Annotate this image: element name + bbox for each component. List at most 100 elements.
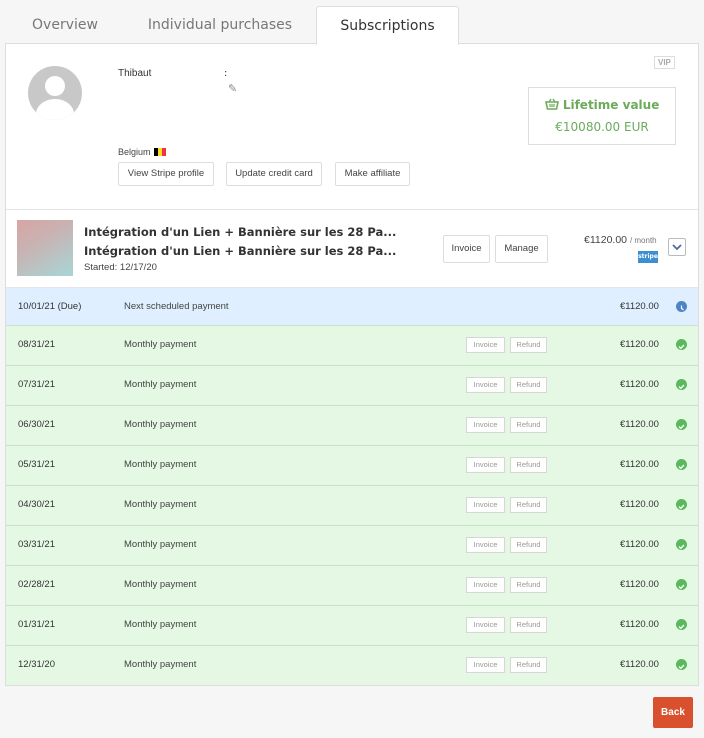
subscription-title: Intégration d'un Lien + Bannière sur les… bbox=[84, 225, 397, 239]
avatar bbox=[28, 66, 82, 120]
update-credit-card-button[interactable]: Update credit card bbox=[226, 162, 322, 186]
payment-refund-button[interactable]: Refund bbox=[510, 417, 547, 433]
payment-row: 02/28/21 Monthly payment Invoice Refund … bbox=[6, 565, 698, 605]
payment-refund-button[interactable]: Refund bbox=[510, 617, 547, 633]
payment-date: 02/28/21 bbox=[18, 579, 55, 590]
payment-description: Monthly payment bbox=[124, 339, 197, 350]
basket-icon bbox=[544, 98, 559, 110]
payment-date: 12/31/20 bbox=[18, 659, 55, 670]
payment-row: 04/30/21 Monthly payment Invoice Refund … bbox=[6, 485, 698, 525]
payment-row: 08/31/21 Monthly payment Invoice Refund … bbox=[6, 325, 698, 365]
check-circle-icon bbox=[676, 339, 687, 350]
payment-refund-button[interactable]: Refund bbox=[510, 457, 547, 473]
tab-individual-purchases[interactable]: Individual purchases bbox=[130, 6, 310, 44]
payment-refund-button[interactable]: Refund bbox=[510, 537, 547, 553]
payment-amount: €1120.00 bbox=[620, 459, 659, 470]
payment-row: 07/31/21 Monthly payment Invoice Refund … bbox=[6, 365, 698, 405]
payment-date: 01/31/21 bbox=[18, 619, 55, 630]
tab-overview[interactable]: Overview bbox=[0, 6, 130, 44]
payment-refund-button[interactable]: Refund bbox=[510, 657, 547, 673]
payment-date: 08/31/21 bbox=[18, 339, 55, 350]
payment-row: 12/31/20 Monthly payment Invoice Refund … bbox=[6, 645, 698, 685]
subscription-price: €1120.00 / month bbox=[584, 234, 657, 246]
payment-row: 03/31/21 Monthly payment Invoice Refund … bbox=[6, 525, 698, 565]
payment-description: Monthly payment bbox=[124, 539, 197, 550]
subscription-price-period: / month bbox=[629, 236, 657, 245]
product-thumbnail bbox=[17, 220, 73, 276]
payment-refund-button[interactable]: Refund bbox=[510, 497, 547, 513]
payment-invoice-button[interactable]: Invoice bbox=[466, 417, 505, 433]
payment-invoice-button[interactable]: Invoice bbox=[466, 617, 505, 633]
check-circle-icon bbox=[676, 579, 687, 590]
view-stripe-profile-button[interactable]: View Stripe profile bbox=[118, 162, 214, 186]
payment-date: 05/31/21 bbox=[18, 459, 55, 470]
payment-date: 10/01/21 (Due) bbox=[18, 301, 82, 312]
payment-date: 07/31/21 bbox=[18, 379, 55, 390]
check-circle-icon bbox=[676, 459, 687, 470]
payment-description: Next scheduled payment bbox=[124, 301, 229, 312]
lifetime-value-amount: €10080.00 EUR bbox=[555, 120, 649, 134]
subscriptions-panel: Thibaut : ✎ VIP Lifetime value €10080.00… bbox=[5, 43, 699, 686]
tab-bar: Overview Individual purchases Subscripti… bbox=[0, 0, 704, 45]
payment-description: Monthly payment bbox=[124, 659, 197, 670]
payment-invoice-button[interactable]: Invoice bbox=[466, 457, 505, 473]
payment-row: 01/31/21 Monthly payment Invoice Refund … bbox=[6, 605, 698, 645]
belgium-flag-icon bbox=[153, 148, 166, 156]
payment-amount: €1120.00 bbox=[620, 539, 659, 550]
check-circle-icon bbox=[676, 499, 687, 510]
expand-toggle[interactable] bbox=[668, 238, 686, 256]
payment-amount: €1120.00 bbox=[620, 301, 659, 312]
payment-amount: €1120.00 bbox=[620, 339, 659, 350]
lifetime-value-label: Lifetime value bbox=[562, 98, 660, 112]
avatar-body bbox=[36, 99, 74, 120]
make-affiliate-button[interactable]: Make affiliate bbox=[335, 162, 410, 186]
check-circle-icon bbox=[676, 539, 687, 550]
payment-invoice-button[interactable]: Invoice bbox=[466, 577, 505, 593]
payment-date: 04/30/21 bbox=[18, 499, 55, 510]
payment-refund-button[interactable]: Refund bbox=[510, 577, 547, 593]
payment-amount: €1120.00 bbox=[620, 379, 659, 390]
payment-description: Monthly payment bbox=[124, 499, 197, 510]
payment-description: Monthly payment bbox=[124, 379, 197, 390]
check-circle-icon bbox=[676, 419, 687, 430]
payment-refund-button[interactable]: Refund bbox=[510, 337, 547, 353]
vip-badge: VIP bbox=[654, 56, 675, 69]
customer-name: Thibaut bbox=[118, 68, 152, 79]
payment-invoice-button[interactable]: Invoice bbox=[466, 377, 505, 393]
check-circle-icon bbox=[676, 379, 687, 390]
payment-invoice-button[interactable]: Invoice bbox=[466, 337, 505, 353]
payment-description: Monthly payment bbox=[124, 579, 197, 590]
back-button[interactable]: Back bbox=[653, 697, 693, 728]
check-circle-icon bbox=[676, 619, 687, 630]
payment-amount: €1120.00 bbox=[620, 419, 659, 430]
clock-icon bbox=[676, 301, 687, 312]
avatar-head bbox=[45, 76, 65, 96]
payment-refund-button[interactable]: Refund bbox=[510, 377, 547, 393]
chevron-down-icon bbox=[672, 244, 682, 251]
tab-subscriptions[interactable]: Subscriptions bbox=[316, 6, 459, 45]
payment-invoice-button[interactable]: Invoice bbox=[466, 657, 505, 673]
lifetime-value-title: Lifetime value bbox=[529, 98, 675, 112]
customer-colon: : bbox=[224, 68, 228, 79]
payment-description: Monthly payment bbox=[124, 619, 197, 630]
customer-country: Belgium bbox=[118, 147, 166, 157]
payment-amount: €1120.00 bbox=[620, 579, 659, 590]
subscription-manage-button[interactable]: Manage bbox=[495, 235, 548, 263]
payment-row: 06/30/21 Monthly payment Invoice Refund … bbox=[6, 405, 698, 445]
payment-description: Monthly payment bbox=[124, 459, 197, 470]
subscription-title-secondary: Intégration d'un Lien + Bannière sur les… bbox=[84, 244, 397, 258]
payment-amount: €1120.00 bbox=[620, 659, 659, 670]
payment-description: Monthly payment bbox=[124, 419, 197, 430]
payment-row-due: 10/01/21 (Due) Next scheduled payment €1… bbox=[6, 287, 698, 327]
check-circle-icon bbox=[676, 659, 687, 670]
payment-date: 06/30/21 bbox=[18, 419, 55, 430]
divider bbox=[6, 209, 698, 210]
payment-invoice-button[interactable]: Invoice bbox=[466, 537, 505, 553]
payment-invoice-button[interactable]: Invoice bbox=[466, 497, 505, 513]
payment-date: 03/31/21 bbox=[18, 539, 55, 550]
payment-amount: €1120.00 bbox=[620, 619, 659, 630]
subscription-invoice-button[interactable]: Invoice bbox=[443, 235, 490, 263]
subscription-start-date: Started: 12/17/20 bbox=[84, 262, 157, 273]
pencil-icon[interactable]: ✎ bbox=[228, 82, 237, 95]
lifetime-value-box: Lifetime value €10080.00 EUR bbox=[528, 87, 676, 145]
